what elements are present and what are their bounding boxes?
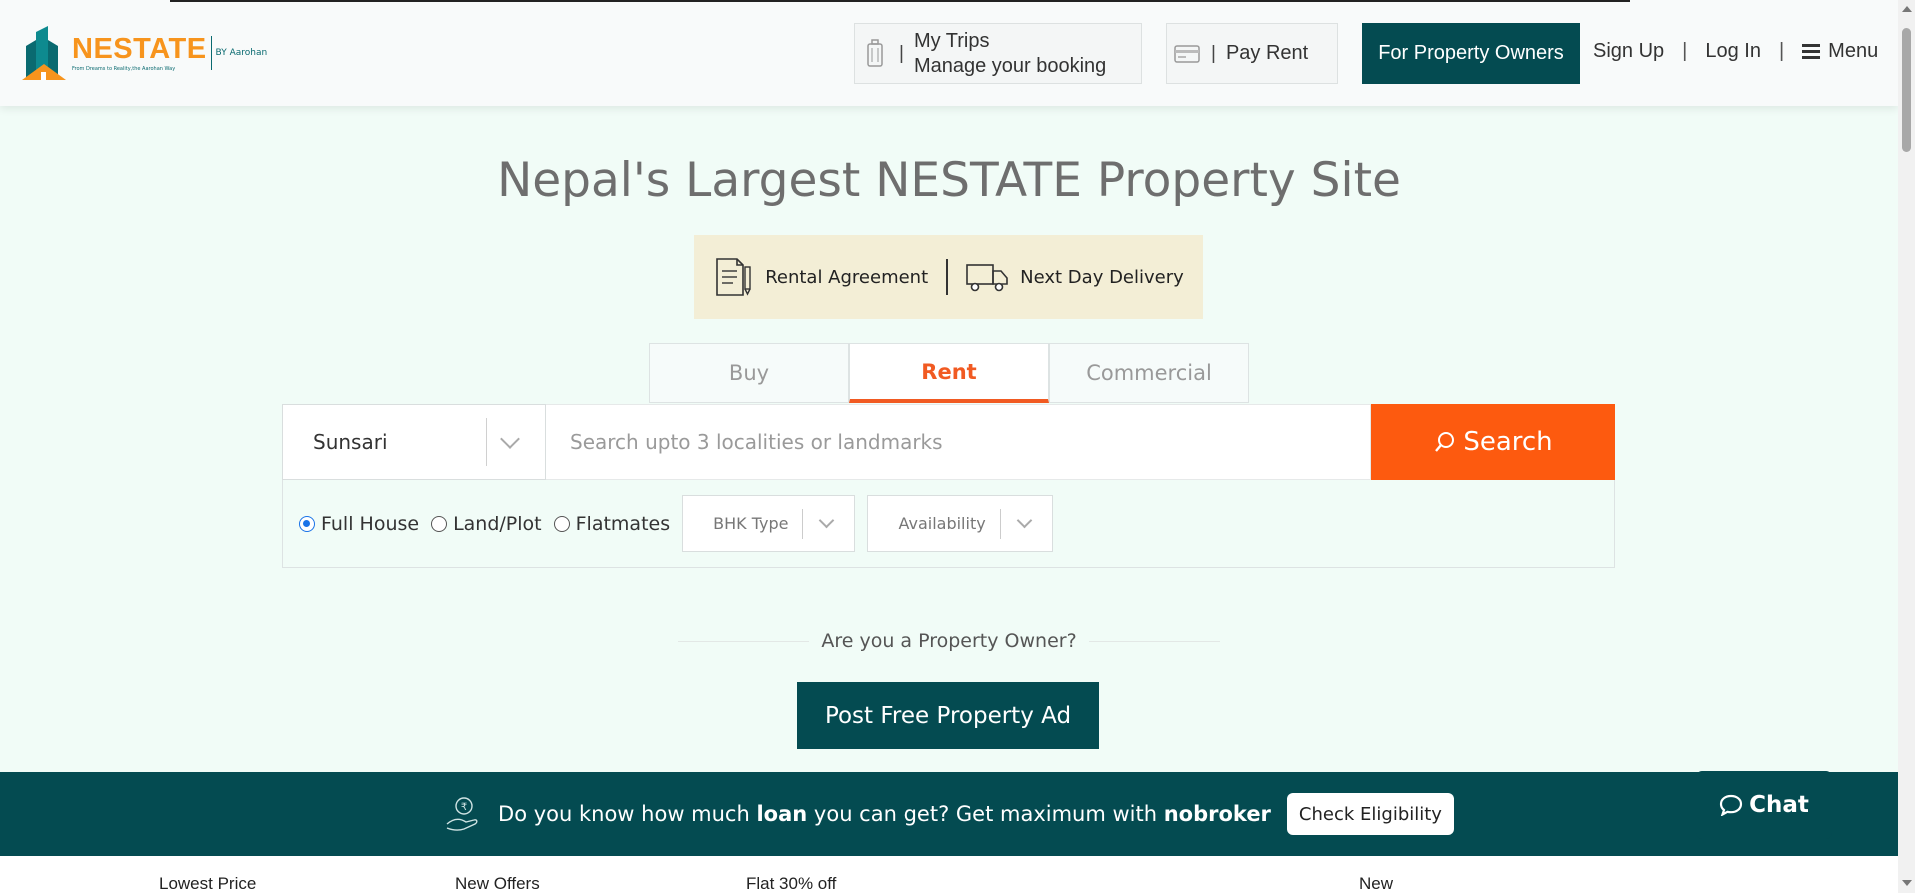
- radio-dot[interactable]: [431, 515, 448, 532]
- site-header: NESTATE From Dreams to Reality,the Aaroh…: [0, 0, 1898, 106]
- truck-icon: [966, 264, 1008, 292]
- next-day-delivery-label: Next Day Delivery: [1020, 266, 1184, 288]
- check-eligibility-button[interactable]: Check Eligibility: [1286, 793, 1454, 835]
- post-free-property-ad-button[interactable]: Post Free Property Ad: [797, 682, 1099, 749]
- select-divider: [802, 508, 804, 539]
- separator: |: [1682, 40, 1688, 62]
- page-title: Nepal's Largest NESTATE Property Site: [497, 153, 1401, 208]
- logo-by: BY Aarohan: [210, 36, 267, 70]
- bhk-type-label: BHK Type: [713, 514, 789, 533]
- offer-tab-flat-30-off[interactable]: Flat 30% off: [746, 874, 836, 893]
- radio-full-house[interactable]: Full House: [299, 513, 419, 535]
- tab-commercial[interactable]: Commercial: [1049, 343, 1249, 403]
- search-filters: Full House Land/Plot Flatmates BHK Type …: [282, 480, 1615, 568]
- my-trips-button[interactable]: | My Trips Manage your booking: [854, 23, 1142, 84]
- chat-label: Chat: [1749, 792, 1809, 818]
- chat-button[interactable]: Chat: [1696, 771, 1832, 839]
- promo-strip: Rental Agreement Next Day Delivery: [694, 235, 1203, 319]
- pay-rent-label: Pay Rent: [1225, 42, 1309, 64]
- my-trips-text: My Trips Manage your booking: [914, 29, 1106, 79]
- offer-tabs: Lowest Price New Offers Flat 30% off New: [0, 856, 1898, 893]
- rental-agreement-promo[interactable]: Rental Agreement: [713, 257, 928, 297]
- site-logo[interactable]: NESTATE From Dreams to Reality,the Aaroh…: [22, 26, 267, 80]
- availability-label: Availability: [898, 514, 986, 533]
- loan-text-2: you can get? Get maximum with: [813, 802, 1158, 826]
- separator: |: [1778, 40, 1785, 62]
- luggage-icon: [855, 38, 895, 69]
- chat-bubble-icon: [1720, 794, 1743, 816]
- logo-name: NESTATE: [72, 33, 207, 65]
- select-divider: [999, 508, 1001, 539]
- document-pen-icon: [716, 258, 751, 296]
- search-button[interactable]: Search: [1371, 404, 1615, 480]
- radio-dot[interactable]: [299, 515, 315, 532]
- divider-line: [1088, 640, 1220, 642]
- my-trips-subtitle: Manage your booking: [913, 54, 1107, 77]
- search-icon: [1435, 432, 1455, 452]
- separator: |: [899, 42, 904, 64]
- owner-question: Are you a Property Owner?: [821, 630, 1077, 652]
- tab-rent[interactable]: Rent: [849, 343, 1049, 403]
- chevron-down-icon: [500, 429, 520, 449]
- radio-flatmates[interactable]: Flatmates: [553, 512, 671, 535]
- loan-bold-2: nobroker: [1163, 802, 1271, 826]
- building-logo-icon: [22, 26, 66, 80]
- hand-coin-icon: ₹: [446, 797, 478, 831]
- property-owner-prompt: Are you a Property Owner?: [678, 630, 1220, 652]
- bhk-type-dropdown[interactable]: BHK Type: [682, 495, 856, 552]
- offer-tab-new[interactable]: New: [1359, 874, 1393, 893]
- rental-agreement-label: Rental Agreement: [765, 266, 929, 288]
- credit-card-icon: [1167, 44, 1207, 63]
- search-button-label: Search: [1463, 427, 1553, 457]
- scrollbar-thumb[interactable]: [1902, 28, 1911, 152]
- radio-label: Land/Plot: [453, 512, 542, 535]
- hamburger-icon: [1802, 44, 1821, 59]
- radio-land-plot[interactable]: Land/Plot: [431, 513, 542, 535]
- next-day-delivery-promo[interactable]: Next Day Delivery: [966, 262, 1184, 292]
- chevron-down-icon: [1016, 512, 1032, 529]
- search-bar: Sunsari Search upto 3 localities or land…: [282, 404, 1615, 480]
- my-trips-title: My Trips: [913, 29, 990, 52]
- auth-links: Sign Up | Log In | Menu: [1593, 40, 1878, 63]
- sign-up-link[interactable]: Sign Up: [1593, 40, 1664, 63]
- chevron-down-icon: [819, 512, 835, 529]
- pay-rent-button[interactable]: | Pay Rent: [1166, 23, 1338, 84]
- search-tabs: Buy Rent Commercial: [649, 343, 1249, 403]
- page-scrollbar[interactable]: [1898, 0, 1915, 893]
- search-input[interactable]: Search upto 3 localities or landmarks: [546, 404, 1371, 480]
- city-select[interactable]: Sunsari: [282, 404, 546, 480]
- logo-text: NESTATE From Dreams to Reality,the Aaroh…: [72, 34, 207, 72]
- radio-label: Flatmates: [575, 512, 671, 535]
- top-border: [170, 0, 1630, 2]
- divider-line: [678, 640, 810, 642]
- loan-banner: ₹ Do you know how much loan you can get?…: [0, 772, 1898, 856]
- tab-buy[interactable]: Buy: [649, 343, 849, 403]
- for-property-owners-button[interactable]: For Property Owners: [1362, 23, 1580, 84]
- offer-tab-new-offers[interactable]: New Offers: [455, 874, 540, 893]
- loan-text-1: Do you know how much: [498, 802, 750, 826]
- city-value: Sunsari: [313, 430, 388, 454]
- logo-tagline: From Dreams to Reality,the Aarohan Way: [72, 66, 176, 72]
- svg-text:₹: ₹: [461, 802, 467, 813]
- promo-divider: [946, 259, 949, 295]
- log-in-link[interactable]: Log In: [1705, 40, 1761, 63]
- radio-label: Full House: [321, 512, 420, 535]
- availability-dropdown[interactable]: Availability: [867, 495, 1053, 552]
- radio-dot[interactable]: [553, 515, 570, 532]
- loan-bold-1: loan: [756, 802, 808, 826]
- scroll-up-arrow-icon[interactable]: [1902, 6, 1912, 12]
- offer-tab-lowest-price[interactable]: Lowest Price: [159, 874, 256, 893]
- scroll-down-arrow-icon[interactable]: [1902, 880, 1912, 886]
- separator: |: [1211, 42, 1216, 64]
- select-divider: [486, 418, 487, 466]
- menu-label: Menu: [1828, 40, 1879, 62]
- menu-button[interactable]: Menu: [1802, 40, 1878, 63]
